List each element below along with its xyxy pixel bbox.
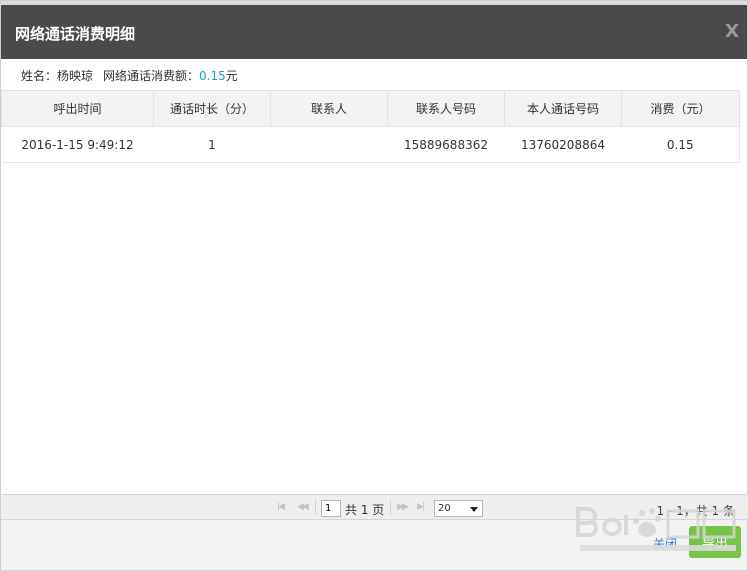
column-header-contact[interactable]: 联系人 <box>270 90 388 127</box>
dialog: 网络通话消费明细 X 姓名：杨映琼 网络通话消费额：0.15元 呼出时间 通话时长… <box>0 0 748 571</box>
column-header-call-time[interactable]: 呼出时间 <box>1 90 154 127</box>
name-label: 姓名： <box>21 69 58 83</box>
amount-label: 网络通话消费额： <box>103 69 200 83</box>
cell-duration: 1 <box>153 126 271 163</box>
amount-value: 0.15 <box>199 69 226 83</box>
dialog-titlebar: 网络通话消费明细 X <box>1 1 747 59</box>
cell-contact-number: 15889688362 <box>387 126 505 163</box>
pager-divider <box>315 500 316 515</box>
records-table: 呼出时间 通话时长（分） 联系人 联系人号码 本人通话号码 消费（元） 2016… <box>1 90 740 163</box>
cell-own-number: 13760208864 <box>504 126 622 163</box>
column-header-contact-number[interactable]: 联系人号码 <box>387 90 505 127</box>
dialog-footer: 关闭 导出 <box>1 520 747 570</box>
cell-call-time: 2016-1-15 9:49:12 <box>1 126 154 163</box>
next-page-icon[interactable]: ▶▶ <box>397 502 409 512</box>
summary-line: 姓名：杨映琼 网络通话消费额：0.15元 <box>21 67 238 84</box>
chevron-down-icon <box>470 507 478 512</box>
amount-unit: 元 <box>225 69 238 83</box>
column-header-duration[interactable]: 通话时长（分） <box>153 90 271 127</box>
dialog-title: 网络通话消费明细 <box>15 25 136 43</box>
name-value: 杨映琼 <box>57 69 94 83</box>
prev-page-icon[interactable]: ◀◀ <box>297 502 309 512</box>
column-header-own-number[interactable]: 本人通话号码 <box>504 90 622 127</box>
export-button[interactable]: 导出 <box>689 526 741 558</box>
page-size-select[interactable]: 20 <box>434 500 483 517</box>
record-count-text: 1 - 1，共 1 条 <box>656 504 736 518</box>
column-header-cost[interactable]: 消费（元） <box>621 90 740 127</box>
cell-contact <box>270 126 388 163</box>
table-row[interactable]: 2016-1-15 9:49:12 1 15889688362 13760208… <box>1 126 740 163</box>
table-header-row: 呼出时间 通话时长（分） 联系人 联系人号码 本人通话号码 消费（元） <box>1 90 740 127</box>
total-pages-text: 共 1 页 <box>345 503 385 517</box>
first-page-icon[interactable]: |◀ <box>277 502 285 512</box>
cell-cost: 0.15 <box>621 126 740 163</box>
close-icon[interactable]: X <box>725 21 739 42</box>
pagination-bar: |◀ ◀◀ 共 1 页 ▶▶ ▶| 20 1 - 1，共 1 条 <box>1 494 748 520</box>
last-page-icon[interactable]: ▶| <box>417 502 425 512</box>
page-size-value: 20 <box>438 503 451 514</box>
pager-divider <box>390 500 391 515</box>
close-button[interactable]: 关闭 <box>653 535 677 552</box>
page-number-input[interactable] <box>321 500 341 517</box>
